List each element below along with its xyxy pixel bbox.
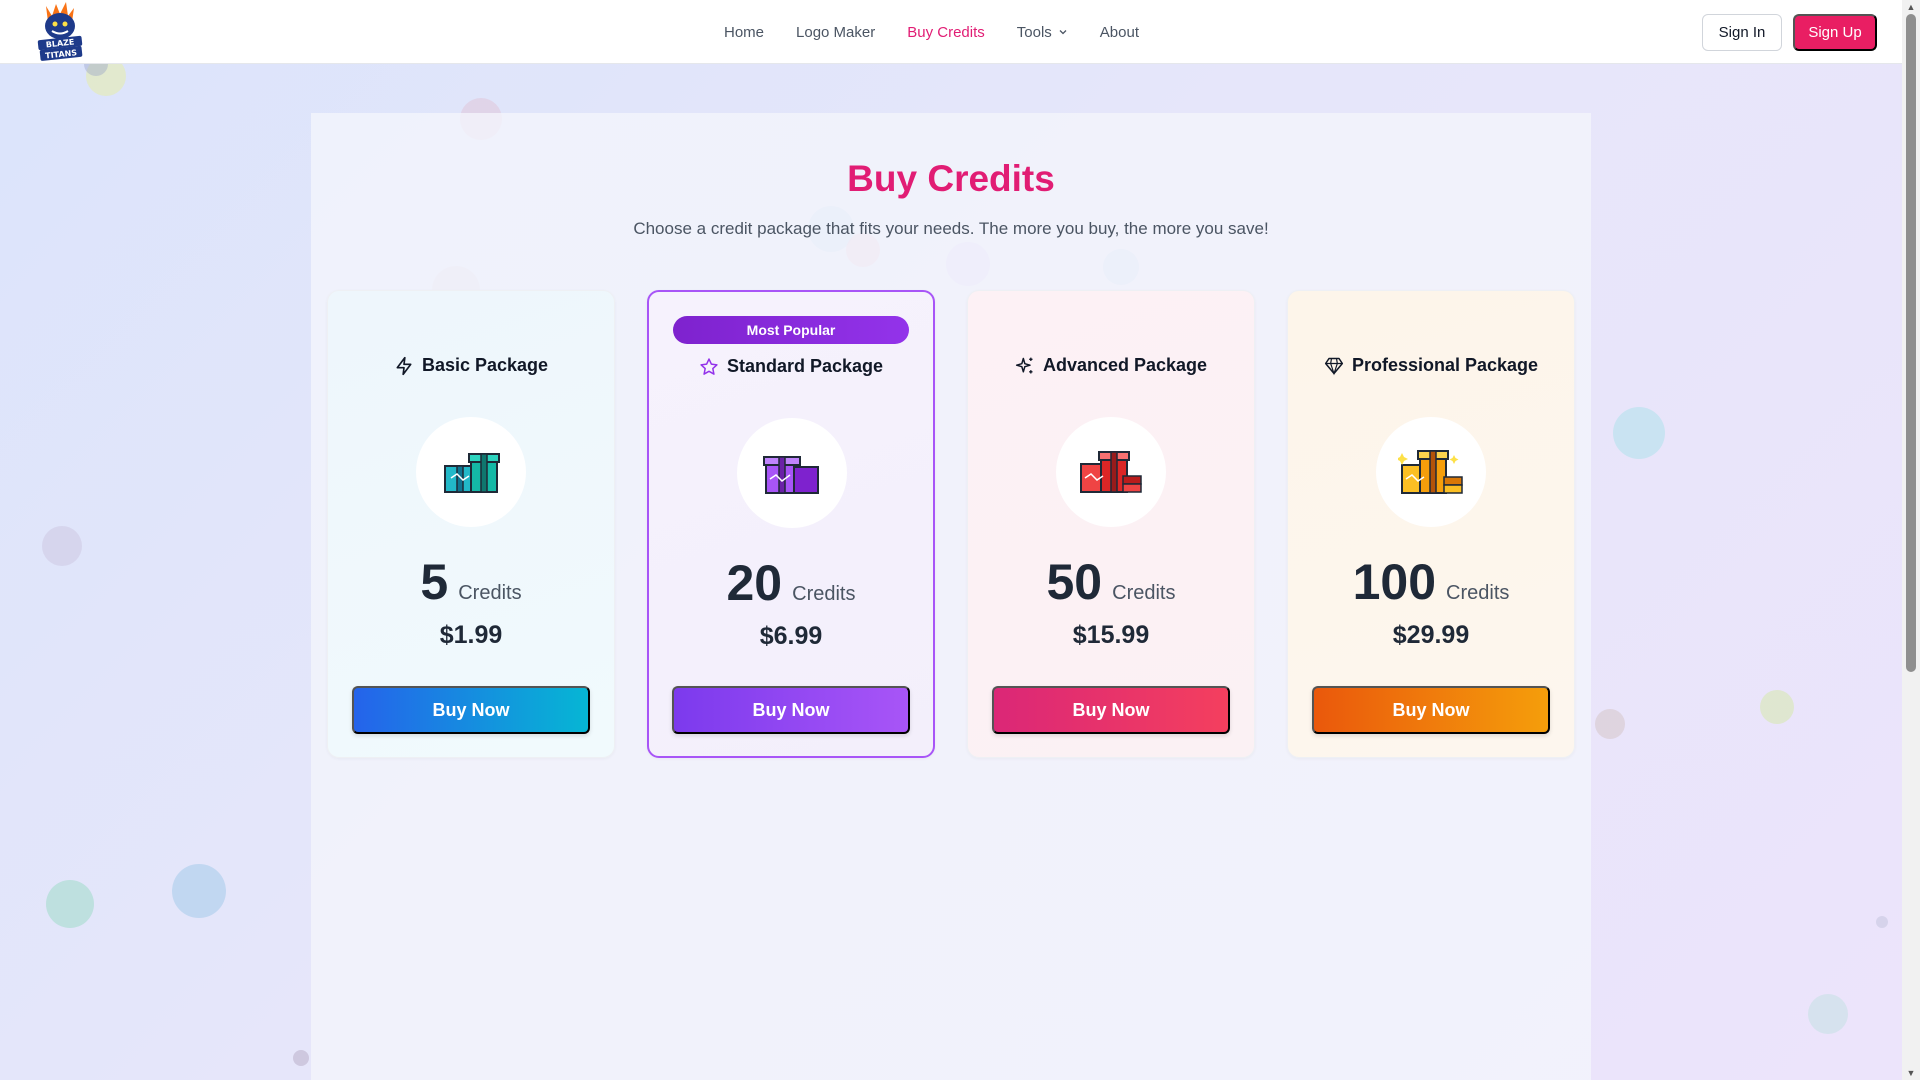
scroll-down-arrow-icon[interactable]: ▼	[1906, 1068, 1916, 1078]
package-illustration	[1376, 417, 1486, 527]
chevron-down-icon	[1059, 30, 1067, 35]
nav-about[interactable]: About	[1100, 24, 1139, 41]
scroll-up-arrow-icon[interactable]: ▲	[1906, 2, 1916, 12]
gift-boxes-icon	[444, 453, 500, 493]
gift-boxes-icon	[1080, 451, 1142, 493]
package-illustration	[1056, 417, 1166, 527]
package-card-standard: Most Popular Standard Package 20 Credits…	[647, 290, 935, 758]
top-navbar: BLAZE TITANS Home Logo Maker Buy Credits…	[0, 0, 1902, 64]
credits-amount: 5 Credits	[328, 553, 614, 611]
decor-bubble	[172, 864, 226, 918]
package-title: Basic Package	[328, 355, 614, 376]
page-title: Buy Credits	[847, 158, 1055, 199]
gift-boxes-icon	[763, 456, 819, 494]
page-scrollbar[interactable]: ▲ ▼	[1902, 0, 1920, 1080]
package-title: Professional Package	[1288, 355, 1574, 376]
package-name: Standard Package	[726, 356, 884, 376]
package-card-professional: Professional Package 100 Credits $29.99 …	[1287, 290, 1575, 758]
gift-boxes-icon	[1398, 450, 1463, 494]
sign-in-button[interactable]: Sign In	[1702, 14, 1782, 51]
buy-now-button-standard[interactable]: Buy Now	[672, 686, 910, 734]
credits-label: Credits	[1112, 582, 1176, 604]
package-title: Advanced Package	[968, 355, 1254, 376]
credits-amount: 50 Credits	[968, 553, 1254, 611]
credits-number: 50	[1046, 554, 1103, 610]
nav-buy-credits[interactable]: Buy Credits	[907, 24, 985, 41]
credits-amount: 100 Credits	[1288, 553, 1574, 611]
credits-number: 100	[1352, 554, 1437, 610]
package-card-advanced: Advanced Package 50 Credits $15.99 Buy N…	[967, 290, 1255, 758]
decor-bubble	[1808, 994, 1848, 1034]
diamond-icon	[1324, 357, 1344, 375]
buy-now-button-advanced[interactable]: Buy Now	[992, 686, 1230, 734]
package-name: Professional Package	[1351, 355, 1539, 375]
package-price: $1.99	[439, 621, 503, 649]
decor-bubble	[1760, 690, 1794, 724]
decor-bubble	[293, 1050, 309, 1066]
decor-bubble	[1595, 709, 1625, 739]
package-price: $6.99	[759, 622, 823, 650]
buy-now-button-basic[interactable]: Buy Now	[352, 686, 590, 734]
credits-label: Credits	[1446, 582, 1510, 604]
credits-label: Credits	[792, 583, 856, 605]
site-logo[interactable]: BLAZE TITANS	[34, 0, 86, 62]
nav-tools-label: Tools	[1016, 23, 1052, 41]
credits-amount: 20 Credits	[649, 554, 933, 612]
nav-logo-maker[interactable]: Logo Maker	[796, 24, 875, 41]
buy-now-button-professional[interactable]: Buy Now	[1312, 686, 1550, 734]
decor-bubble	[1613, 407, 1665, 459]
sparkles-icon	[1015, 357, 1033, 373]
package-illustration	[737, 418, 847, 528]
decor-bubble	[1876, 916, 1888, 928]
package-price: $15.99	[1072, 621, 1150, 649]
package-illustration	[416, 417, 526, 527]
credits-label: Credits	[458, 582, 522, 604]
package-price: $29.99	[1392, 621, 1470, 649]
page-subtitle: Choose a credit package that fits your n…	[633, 219, 1269, 238]
scrollbar-thumb[interactable]	[1906, 14, 1916, 672]
package-card-basic: Basic Package 5 Credits $1.99 Buy Now	[327, 290, 615, 758]
package-title: Standard Package	[649, 356, 933, 377]
nav-tools[interactable]: Tools	[1017, 24, 1068, 41]
decor-bubble	[46, 880, 94, 928]
package-name: Advanced Package	[1042, 355, 1208, 375]
sign-up-button[interactable]: Sign Up	[1793, 14, 1877, 51]
credits-number: 20	[726, 555, 783, 611]
package-name: Basic Package	[421, 355, 549, 375]
nav-home[interactable]: Home	[724, 24, 764, 41]
lightning-icon	[396, 356, 412, 375]
most-popular-badge: Most Popular	[673, 316, 909, 344]
decor-bubble	[42, 526, 82, 566]
main-nav: Home Logo Maker Buy Credits Tools About	[724, 0, 1139, 64]
blaze-titans-logo-icon: BLAZE TITANS	[37, 2, 83, 61]
star-icon	[700, 357, 718, 375]
credits-number: 5	[420, 554, 449, 610]
